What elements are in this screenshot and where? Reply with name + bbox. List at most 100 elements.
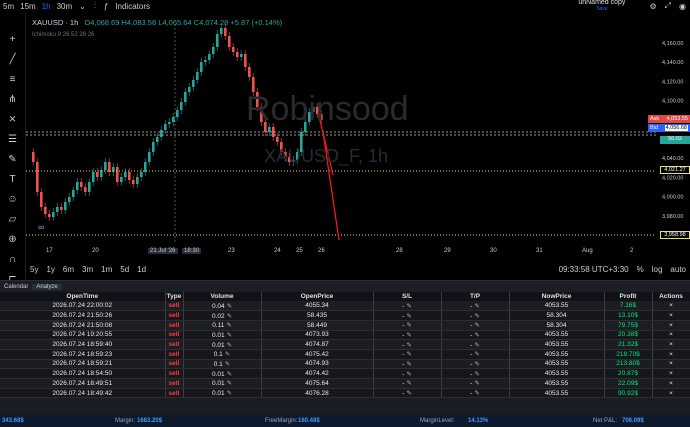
cell-volume[interactable]: 0.02 ✎ <box>183 310 262 321</box>
close-position-button[interactable]: × <box>652 359 690 370</box>
cell-tp[interactable]: - ✎ <box>441 310 510 321</box>
edit-icon[interactable]: ✎ <box>227 342 232 349</box>
edit-icon[interactable]: ✎ <box>227 313 232 320</box>
edit-icon[interactable]: ✎ <box>474 351 479 358</box>
range-1m[interactable]: 1m <box>97 265 116 274</box>
close-position-button[interactable]: × <box>652 368 690 379</box>
indicators-button[interactable]: Indicators <box>112 2 153 11</box>
snapshot-icon[interactable]: ◉ <box>679 2 686 11</box>
symbol-label[interactable]: XAUUSD · 1h <box>32 18 78 27</box>
close-position-button[interactable]: × <box>652 388 690 399</box>
edit-icon[interactable]: ✎ <box>474 332 479 339</box>
pattern-icon[interactable]: ⨯ <box>3 114 23 126</box>
edit-icon[interactable]: ✎ <box>406 371 411 378</box>
pitchfork-icon[interactable]: ⋔ <box>3 94 23 106</box>
percent-toggle[interactable]: % <box>637 265 644 274</box>
table-row[interactable]: 2026.07.24 18:54:50 sell 0.01 ✎ 4074.42- ✎ - ✎ 4… <box>0 368 690 379</box>
edit-icon[interactable]: ✎ <box>406 332 411 339</box>
cell-tp[interactable]: - ✎ <box>441 368 510 379</box>
edit-icon[interactable]: ✎ <box>406 303 411 310</box>
close-position-button[interactable]: × <box>652 330 690 341</box>
table-row[interactable]: 2026.07.24 18:59:40 sell 0.01 ✎ 4074.87- ✎ - ✎ 4… <box>0 339 690 350</box>
edit-icon[interactable]: ✎ <box>474 361 479 368</box>
link-icon[interactable]: ∞ <box>38 222 44 232</box>
cell-volume[interactable]: 0.01 ✎ <box>183 330 262 341</box>
cell-sl[interactable]: - ✎ <box>373 320 442 331</box>
table-row[interactable]: 2026.07.24 18:59:21 sell 0.1 ✎ 4074.93- ✎ - ✎ 40… <box>0 359 690 370</box>
cell-tp[interactable]: - ✎ <box>441 359 510 370</box>
layout-save-button[interactable]: unNamed copy Save <box>578 0 625 12</box>
edit-icon[interactable]: ✎ <box>474 371 479 378</box>
cell-tp[interactable]: - ✎ <box>441 349 510 360</box>
edit-icon[interactable]: ✎ <box>406 313 411 320</box>
cell-sl[interactable]: - ✎ <box>373 330 442 341</box>
indicators-icon[interactable]: ƒ <box>104 2 108 11</box>
crosshair-icon[interactable]: + <box>3 34 23 46</box>
table-row[interactable]: 2026.07.24 18:59:23 sell 0.1 ✎ 4075.42- ✎ - ✎ 40… <box>0 349 690 360</box>
edit-icon[interactable]: ✎ <box>226 322 231 329</box>
timeframe-5m[interactable]: 5m <box>0 2 17 11</box>
table-row[interactable]: 2026.07.24 21:50:26 sell 0.02 ✎ 58.435- ✎ - ✎ 58… <box>0 310 690 321</box>
horizontal-line-icon[interactable]: ≡ <box>3 74 23 86</box>
range-1y[interactable]: 1y <box>42 265 58 274</box>
cell-tp[interactable]: - ✎ <box>441 330 510 341</box>
cell-sl[interactable]: - ✎ <box>373 368 442 379</box>
timeframe-15m[interactable]: 15m <box>17 2 39 11</box>
edit-icon[interactable]: ✎ <box>225 361 230 368</box>
cell-tp[interactable]: - ✎ <box>441 388 510 399</box>
cell-sl[interactable]: - ✎ <box>373 339 442 350</box>
cell-tp[interactable]: - ✎ <box>441 378 510 389</box>
table-row[interactable]: 2026.07.24 22:00:02 sell 0.04 ✎ 4055.34- ✎ - ✎ 4… <box>0 301 690 312</box>
edit-icon[interactable]: ✎ <box>474 342 479 349</box>
price-chart[interactable]: Robinsood XAUUSD_F, 1h 4,160.00 4,140.00 4… <box>26 12 690 262</box>
edit-icon[interactable]: ✎ <box>406 322 411 329</box>
edit-icon[interactable]: ✎ <box>227 303 232 310</box>
timeframe-30m[interactable]: 30m <box>54 2 76 11</box>
table-row[interactable]: 2026.07.24 18:49:42 sell 0.01 ✎ 4076.28- ✎ - ✎ 4… <box>0 388 690 399</box>
cell-volume[interactable]: 0.01 ✎ <box>183 368 262 379</box>
edit-icon[interactable]: ✎ <box>406 351 411 358</box>
cell-tp[interactable]: - ✎ <box>441 301 510 312</box>
cell-sl[interactable]: - ✎ <box>373 310 442 321</box>
range-1d[interactable]: 1d <box>133 265 150 274</box>
table-row[interactable]: 2026.07.24 21:50:08 sell 0.11 ✎ 58.449- ✎ - ✎ 58… <box>0 320 690 331</box>
close-position-button[interactable]: × <box>652 310 690 321</box>
cell-tp[interactable]: - ✎ <box>441 320 510 331</box>
clock[interactable]: 09:33:58 UTC+3:30 <box>559 265 629 274</box>
auto-toggle[interactable]: auto <box>670 265 686 274</box>
range-3m[interactable]: 3m <box>78 265 97 274</box>
cell-volume[interactable]: 0.04 ✎ <box>183 301 262 312</box>
close-position-button[interactable]: × <box>652 301 690 312</box>
chart-canvas[interactable]: Robinsood XAUUSD_F, 1h 4,160.00 4,140.00 4… <box>26 12 690 262</box>
edit-icon[interactable]: ✎ <box>406 361 411 368</box>
edit-icon[interactable]: ✎ <box>474 380 479 387</box>
edit-icon[interactable]: ✎ <box>227 332 232 339</box>
trend-line-icon[interactable]: ╱ <box>3 54 23 66</box>
cell-volume[interactable]: 0.01 ✎ <box>183 378 262 389</box>
cell-volume[interactable]: 0.01 ✎ <box>183 388 262 399</box>
chevron-down-icon[interactable]: ⌄ <box>79 2 86 11</box>
text-icon[interactable]: T <box>3 174 23 186</box>
range-5d[interactable]: 5d <box>116 265 133 274</box>
cell-volume[interactable]: 0.1 ✎ <box>183 359 262 370</box>
close-position-button[interactable]: × <box>652 320 690 331</box>
close-position-button[interactable]: × <box>652 339 690 350</box>
fib-icon[interactable]: ☰ <box>3 134 23 146</box>
table-row[interactable]: 2026.07.24 19:20:55 sell 0.01 ✎ 4073.93- ✎ - ✎ 4… <box>0 330 690 341</box>
cell-sl[interactable]: - ✎ <box>373 388 442 399</box>
close-position-button[interactable]: × <box>652 349 690 360</box>
edit-icon[interactable]: ✎ <box>227 390 232 397</box>
range-6m[interactable]: 6m <box>59 265 78 274</box>
cell-sl[interactable]: - ✎ <box>373 378 442 389</box>
edit-icon[interactable]: ✎ <box>406 380 411 387</box>
cell-sl[interactable]: - ✎ <box>373 359 442 370</box>
brush-icon[interactable]: ✎ <box>3 154 23 166</box>
table-row[interactable]: 2026.07.24 18:49:51 sell 0.01 ✎ 4075.64- ✎ - ✎ 4… <box>0 378 690 389</box>
tab-analyze[interactable]: Analyze <box>32 283 62 290</box>
edit-icon[interactable]: ✎ <box>406 342 411 349</box>
edit-icon[interactable]: ✎ <box>474 303 479 310</box>
timeframe-1h[interactable]: 1h <box>39 2 54 11</box>
magnet-icon[interactable]: ∩ <box>3 254 23 266</box>
log-toggle[interactable]: log <box>652 265 663 274</box>
tab-calendar[interactable]: Calendar <box>0 284 32 290</box>
